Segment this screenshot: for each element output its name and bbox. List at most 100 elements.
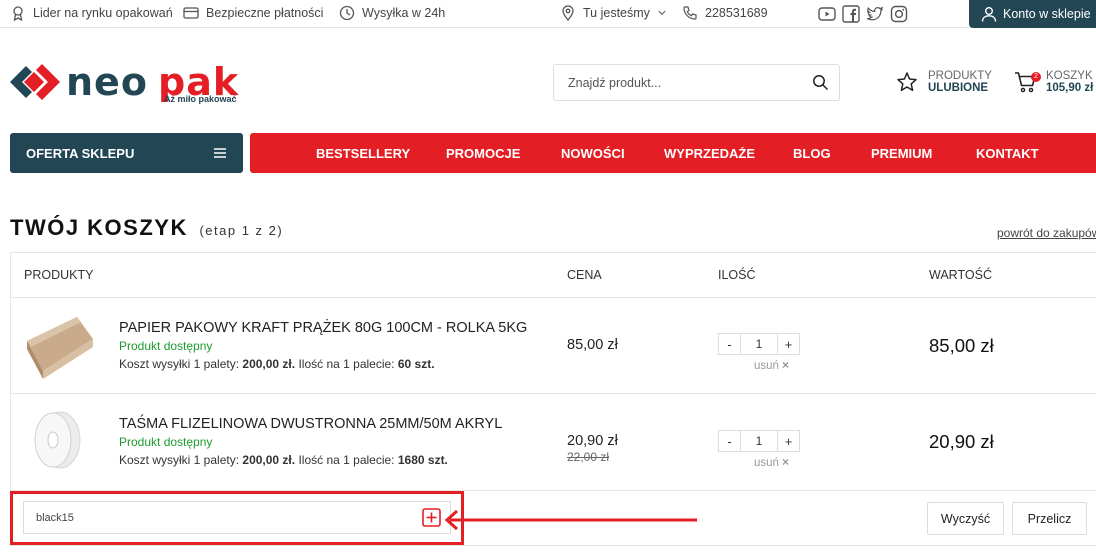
clear-cart-button[interactable]: Wyczyść [927, 502, 1004, 535]
header-total: WARTOŚĆ [929, 268, 992, 282]
product-name[interactable]: TAŚMA FLIZELINOWA DWUSTRONNA 25MM/50M AK… [119, 416, 502, 432]
payments-info: Bezpieczne płatności [183, 5, 323, 21]
youtube-icon[interactable] [818, 5, 836, 23]
phone-icon [683, 6, 697, 20]
add-coupon-icon[interactable] [422, 508, 441, 527]
location-dropdown[interactable]: Tu jesteśmy [560, 5, 667, 21]
close-icon: × [781, 358, 789, 372]
nav-premium[interactable]: PREMIUM [871, 146, 932, 161]
nav-blog[interactable]: BLOG [793, 146, 831, 161]
search-input[interactable] [554, 75, 804, 90]
kraft-paper-thumbnail [27, 317, 93, 379]
map-pin-icon [562, 5, 574, 21]
ship-cost: 200,00 zł. [242, 357, 296, 371]
social-links [818, 5, 908, 23]
row-divider [11, 297, 1096, 298]
credit-card-icon [183, 7, 199, 19]
chevron-down-icon [658, 10, 666, 15]
qty-decrease-button[interactable]: - [719, 334, 741, 354]
main-nav: BESTSELLERY PROMOCJE NOWOŚCI WYPRZEDAŻE … [250, 133, 1096, 173]
product-price: 20,90 zł [567, 433, 618, 449]
nav-nowosci[interactable]: NOWOŚCI [561, 146, 625, 161]
favorites-line1: PRODUKTY [928, 70, 992, 82]
ship-prefix: Koszt wysyłki 1 palety: [119, 453, 240, 467]
header-products: PRODUKTY [24, 268, 94, 282]
product-shipping-info: Koszt wysyłki 1 palety: 200,00 zł. Ilość… [119, 453, 448, 467]
top-bar: Lider na rynku opakowań Bezpieczne płatn… [0, 0, 1096, 28]
row-divider [11, 393, 1096, 394]
favorites-label: PRODUKTY ULUBIONE [928, 70, 992, 94]
qty-input[interactable]: 1 [741, 431, 777, 451]
cart-label: KOSZYK 105,90 zł [1046, 70, 1093, 94]
header-quantity: ILOŚĆ [718, 268, 756, 282]
product-old-price: 22,00 zł [567, 450, 610, 464]
pallet-qty: 1680 szt. [397, 453, 448, 467]
favorites-line2: ULUBIONE [928, 82, 989, 94]
cart-total: 105,90 zł [1046, 82, 1094, 94]
award-icon [13, 6, 23, 21]
pallet-prefix: Ilość na 1 palecie: [298, 453, 395, 467]
qty-increase-button[interactable]: + [777, 431, 799, 451]
page-title: TWÓJ KOSZYK (etap 1 z 2) [10, 215, 283, 241]
page-title-text: TWÓJ KOSZYK [10, 215, 188, 240]
qty-increase-button[interactable]: + [777, 334, 799, 354]
product-shipping-info: Koszt wysyłki 1 palety: 200,00 zł. Ilość… [119, 357, 435, 371]
product-total: 85,00 zł [929, 335, 994, 356]
favorites-link[interactable]: PRODUKTY ULUBIONE [896, 70, 992, 94]
cart-line1: KOSZYK [1046, 70, 1093, 82]
star-icon [897, 72, 917, 92]
nav-promocje[interactable]: PROMOCJE [446, 146, 520, 161]
cart-count-badge: 2 [1031, 72, 1041, 82]
ship-prefix: Koszt wysyłki 1 palety: [119, 357, 240, 371]
account-button[interactable]: Konto w sklepie [969, 0, 1096, 28]
instagram-icon[interactable] [890, 5, 908, 23]
coupon-field [23, 501, 451, 534]
page-step: (etap 1 z 2) [199, 223, 284, 238]
back-to-shopping-link[interactable]: powrót do zakupów [997, 226, 1096, 240]
recalculate-button[interactable]: Przelicz [1012, 502, 1087, 535]
payments-text: Bezpieczne płatności [206, 6, 324, 20]
close-icon: × [781, 455, 789, 469]
coupon-input[interactable] [24, 502, 414, 533]
nav-bestsellery[interactable]: BESTSELLERY [316, 146, 410, 161]
remove-label: usuń [754, 360, 779, 372]
ship-cost: 200,00 zł. [242, 453, 296, 467]
clock-icon [339, 5, 355, 21]
cart-link[interactable]: 2 KOSZYK 105,90 zł [1014, 70, 1093, 94]
pallet-qty: 60 szt. [397, 357, 435, 371]
product-price: 85,00 zł [567, 337, 618, 353]
product-total: 20,90 zł [929, 431, 994, 452]
nav-wyprzedaze[interactable]: WYPRZEDAŻE [664, 146, 755, 161]
shipping-text: Wysyłka w 24h [362, 6, 446, 20]
twitter-icon[interactable] [866, 5, 884, 23]
offer-label: OFERTA SKLEPU [26, 145, 135, 161]
search-bar [553, 64, 840, 101]
qty-input[interactable]: 1 [741, 334, 777, 354]
cart-icon-wrap: 2 [1014, 70, 1041, 94]
remove-item-link[interactable]: usuń × [754, 455, 789, 469]
facebook-icon[interactable] [842, 5, 860, 23]
product-name[interactable]: PAPIER PAKOWY KRAFT PRĄŻEK 80G 100CM - R… [119, 320, 527, 336]
account-label: Konto w sklepie [1003, 7, 1091, 21]
user-icon [981, 7, 997, 22]
qty-decrease-button[interactable]: - [719, 431, 741, 451]
remove-label: usuń [754, 457, 779, 469]
leader-info: Lider na rynku opakowań [10, 5, 173, 21]
remove-item-link[interactable]: usuń × [754, 358, 789, 372]
offer-menu-button[interactable]: OFERTA SKLEPU [10, 133, 243, 173]
product-availability: Produkt dostępny [119, 339, 213, 353]
product-availability: Produkt dostępny [119, 435, 213, 449]
search-icon[interactable] [812, 74, 829, 91]
location-text: Tu jesteśmy [583, 6, 650, 20]
quantity-stepper: - 1 + [718, 430, 800, 452]
hamburger-icon [214, 148, 226, 158]
arrow-left-icon [444, 509, 697, 531]
shipping-info: Wysyłka w 24h [339, 5, 445, 21]
phone-text: 228531689 [705, 6, 768, 20]
pallet-prefix: Ilość na 1 palecie: [298, 357, 395, 371]
phone-info[interactable]: 228531689 [682, 5, 768, 21]
tape-roll-thumbnail [34, 411, 81, 469]
header-price: CENA [567, 268, 602, 282]
leader-text: Lider na rynku opakowań [33, 6, 173, 20]
nav-kontakt[interactable]: KONTAKT [976, 146, 1039, 161]
